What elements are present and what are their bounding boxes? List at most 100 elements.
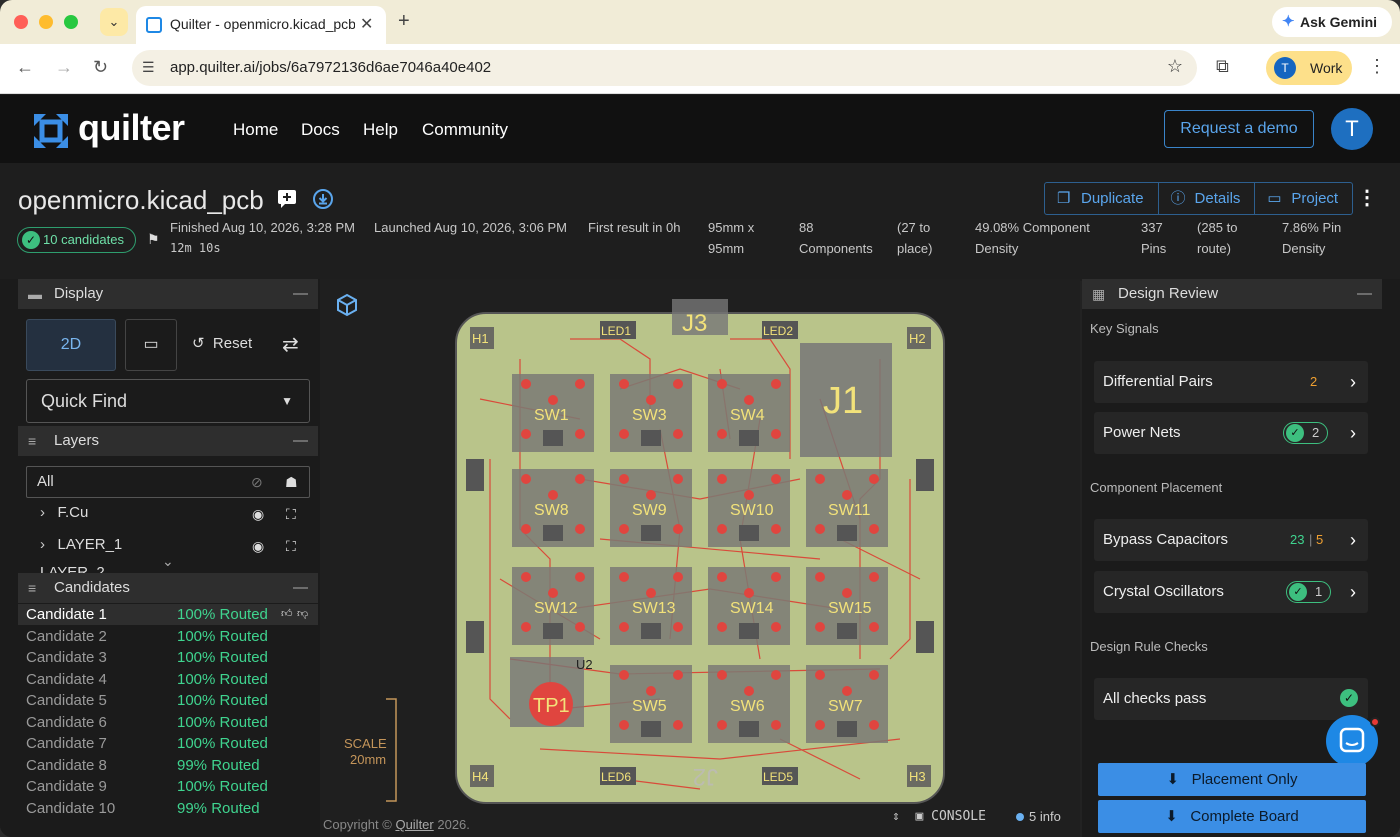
collapse-icon[interactable]: — [293, 426, 308, 456]
eye-icon[interactable]: ◉ [252, 538, 264, 555]
zoom-window-button[interactable] [64, 15, 78, 29]
ruler-button[interactable]: ▭ [125, 319, 177, 371]
grid-icon: ▦ [1092, 286, 1106, 302]
tab-search-button[interactable]: ⌄ [100, 8, 128, 36]
candidate-row[interactable]: Candidate 2 100% Routed [18, 626, 318, 647]
chevron-right-icon: › [1350, 582, 1356, 602]
chevron-right-icon[interactable]: › [40, 536, 45, 553]
close-window-button[interactable] [14, 15, 28, 29]
console-toggle[interactable]: ⇕ ▣ CONSOLE [892, 809, 986, 824]
close-tab-icon[interactable]: ✕ [360, 14, 373, 34]
focus-icon[interactable]: ⛶ [286, 506, 296, 523]
reload-icon[interactable]: ↻ [93, 57, 108, 78]
candidates-panel-header[interactable]: ≡ Candidates — [18, 573, 318, 603]
view-2d-button[interactable]: 2D [26, 319, 116, 371]
extensions-icon[interactable]: ⧉ [1216, 56, 1229, 77]
nav-help[interactable]: Help [363, 120, 398, 140]
switch-label: SW1 [534, 407, 569, 424]
forward-icon[interactable]: → [55, 57, 73, 78]
scroll-more-icon[interactable]: ⌄ [162, 553, 174, 570]
focus-icon[interactable]: ⛶ [286, 538, 296, 555]
switch-label: SW9 [632, 502, 667, 519]
browser-tab[interactable]: Quilter - openmicro.kicad_pcb ✕ [136, 6, 386, 44]
nav-community[interactable]: Community [422, 120, 508, 140]
candidate-row[interactable]: Candidate 3 100% Routed [18, 647, 318, 668]
bookmark-star-icon[interactable]: ☆ [1167, 56, 1183, 77]
bypass-capacitors-row[interactable]: Bypass Capacitors 23 | 5 › [1094, 519, 1368, 561]
candidate-row[interactable]: Candidate 10 99% Routed [18, 798, 318, 819]
url-field[interactable]: ☰ app.quilter.ai/jobs/6a7972136d6ae7046a… [132, 50, 1197, 86]
candidate-row[interactable]: Candidate 9 100% Routed [18, 776, 318, 797]
candidates-badge[interactable]: ✓ 10 candidates [17, 227, 136, 253]
quilter-logo-icon[interactable] [30, 110, 72, 152]
power-nets-row[interactable]: Power Nets ✓ 2 › [1094, 412, 1368, 454]
minimize-window-button[interactable] [39, 15, 53, 29]
differential-pairs-row[interactable]: Differential Pairs 2 › [1094, 361, 1368, 403]
pcb-viewport[interactable]: H1 H2 H3 H4 LED1 LED2 LED5 LED6 J3 J2 J1… [320, 279, 1080, 837]
display-panel-header[interactable]: ▬ Display — [18, 279, 318, 309]
nav-docs[interactable]: Docs [301, 120, 340, 140]
design-review-header[interactable]: ▦ Design Review — [1082, 279, 1382, 309]
hide-all-icon[interactable]: ⊘ [251, 467, 263, 497]
thumbs-up-icon[interactable]: 👍︎ [281, 604, 293, 625]
layers-panel-header[interactable]: ≡ Layers — [18, 426, 318, 456]
thumbs-down-icon[interactable]: 👎︎ [297, 604, 308, 625]
first-result-text: First result in 0h [588, 220, 681, 235]
switch-footprint: SW7 [806, 665, 888, 743]
quilter-link[interactable]: Quilter [395, 817, 433, 832]
user-avatar[interactable]: T [1331, 108, 1373, 150]
chevron-right-icon[interactable]: › [40, 504, 45, 521]
candidate-row[interactable]: Candidate 1 100% Routed 👍︎ 👎︎ [18, 604, 318, 625]
pin-density-stat: 7.86% Pin Density [1282, 217, 1341, 259]
request-demo-button[interactable]: Request a demo [1164, 110, 1314, 148]
back-icon[interactable]: ← [16, 57, 34, 78]
placement-only-button[interactable]: ⬇ Placement Only [1098, 763, 1366, 796]
details-button[interactable]: ⓘ Details [1159, 183, 1256, 214]
candidate-routed: 100% Routed [177, 649, 268, 666]
ask-gemini-button[interactable]: ✦ Ask Gemini [1272, 7, 1392, 37]
components-l2: Components [799, 241, 873, 256]
layer-row-layer1[interactable]: › LAYER_1 [40, 536, 122, 553]
quick-find-select[interactable]: Quick Find ▼ [26, 379, 310, 423]
more-options-icon[interactable]: ⋮ [1357, 185, 1377, 210]
complete-board-button[interactable]: ⬇ Complete Board [1098, 800, 1366, 833]
candidate-row[interactable]: Candidate 6 100% Routed [18, 712, 318, 733]
layer-filter-field[interactable]: All ⊘ ☗ [26, 466, 310, 498]
flip-board-icon[interactable]: ⇄ [282, 332, 299, 357]
browser-menu-icon[interactable]: ⋮ [1368, 56, 1386, 77]
candidate-routed: 100% Routed [177, 606, 268, 623]
info-count[interactable]: 5 info [1016, 809, 1061, 824]
chat-launcher[interactable] [1326, 715, 1380, 767]
candidate-row[interactable]: Candidate 7 100% Routed [18, 733, 318, 754]
j1-label: J1 [823, 380, 863, 422]
project-button[interactable]: ▭ Project [1255, 183, 1352, 214]
candidate-row[interactable]: Candidate 8 99% Routed [18, 755, 318, 776]
eye-icon[interactable]: ◉ [252, 506, 264, 523]
launched-text: Launched Aug 10, 2026, 3:06 PM [374, 220, 567, 235]
collapse-icon[interactable]: — [293, 279, 308, 309]
layer-row-fcu[interactable]: › F.Cu [40, 504, 88, 521]
profile-button[interactable]: T Work [1266, 51, 1352, 85]
site-settings-icon[interactable]: ☰ [142, 59, 155, 76]
ghost-icon[interactable]: ☗ [285, 467, 298, 497]
job-action-group: ❐ Duplicate ⓘ Details ▭ Project [1044, 182, 1354, 215]
download-icon[interactable] [313, 189, 333, 209]
reset-button[interactable]: ↺ Reset [192, 334, 252, 352]
iso-view-icon[interactable] [337, 293, 357, 317]
pcb-board-canvas[interactable]: H1 H2 H3 H4 LED1 LED2 LED5 LED6 J3 J2 J1… [320, 279, 1080, 837]
brand-name[interactable]: quilter [78, 107, 185, 149]
crystal-oscillators-row[interactable]: Crystal Oscillators ✓ 1 › [1094, 571, 1368, 613]
all-checks-row[interactable]: All checks pass ✓ [1094, 678, 1368, 720]
duplicate-button[interactable]: ❐ Duplicate [1045, 183, 1159, 214]
expand-icon: ⇕ [892, 809, 900, 824]
nav-home[interactable]: Home [233, 120, 278, 140]
to-route-l1: (285 to [1197, 220, 1238, 235]
candidate-row[interactable]: Candidate 5 100% Routed [18, 690, 318, 711]
switch-label: SW3 [632, 407, 667, 424]
collapse-icon[interactable]: — [293, 573, 308, 603]
collapse-icon[interactable]: — [1357, 279, 1372, 309]
candidate-row[interactable]: Candidate 4 100% Routed [18, 669, 318, 690]
j3-label: J3 [682, 310, 707, 337]
add-comment-icon[interactable] [277, 189, 297, 209]
new-tab-button[interactable]: + [398, 10, 410, 33]
